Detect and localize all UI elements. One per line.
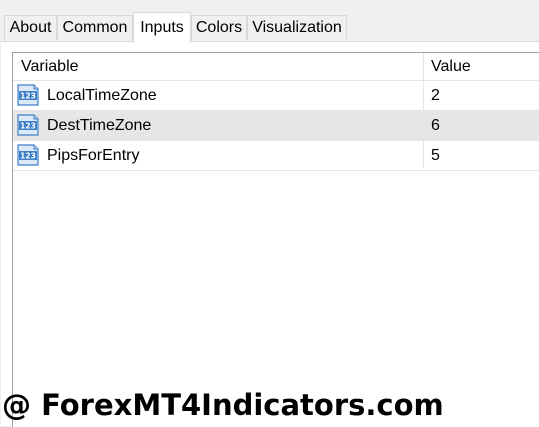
grid-header: Variable Value	[13, 53, 539, 81]
inputs-panel: Variable Value 123 LocalTimeZone 2 123 D…	[1, 41, 539, 427]
table-row[interactable]: 123 LocalTimeZone 2	[13, 81, 539, 111]
table-row[interactable]: 123 DestTimeZone 6	[13, 111, 539, 141]
inputs-grid: Variable Value 123 LocalTimeZone 2 123 D…	[12, 52, 539, 427]
table-row[interactable]: 123 PipsForEntry 5	[13, 141, 539, 171]
variable-value[interactable]: 5	[431, 147, 440, 165]
tab-common[interactable]: Common	[57, 15, 133, 40]
variable-value[interactable]: 2	[431, 87, 440, 105]
column-header-variable[interactable]: Variable	[21, 58, 79, 76]
tab-colors[interactable]: Colors	[191, 15, 247, 40]
integer-type-icon: 123	[17, 84, 39, 106]
tab-strip: About Common Inputs Colors Visualization	[0, 0, 539, 43]
variable-name: DestTimeZone	[47, 117, 152, 134]
tab-visualization[interactable]: Visualization	[247, 15, 347, 40]
variable-name: PipsForEntry	[47, 147, 140, 164]
svg-text:123: 123	[20, 122, 36, 131]
integer-type-icon: 123	[17, 114, 39, 136]
variable-value[interactable]: 6	[431, 117, 440, 135]
svg-text:123: 123	[20, 152, 36, 161]
variable-name: LocalTimeZone	[47, 87, 157, 104]
tab-about[interactable]: About	[4, 15, 57, 40]
tab-inputs[interactable]: Inputs	[133, 12, 191, 43]
watermark-text: @ ForexMT4Indicators.com	[2, 388, 444, 422]
svg-text:123: 123	[20, 92, 36, 101]
integer-type-icon: 123	[17, 144, 39, 166]
column-header-value[interactable]: Value	[431, 58, 471, 76]
